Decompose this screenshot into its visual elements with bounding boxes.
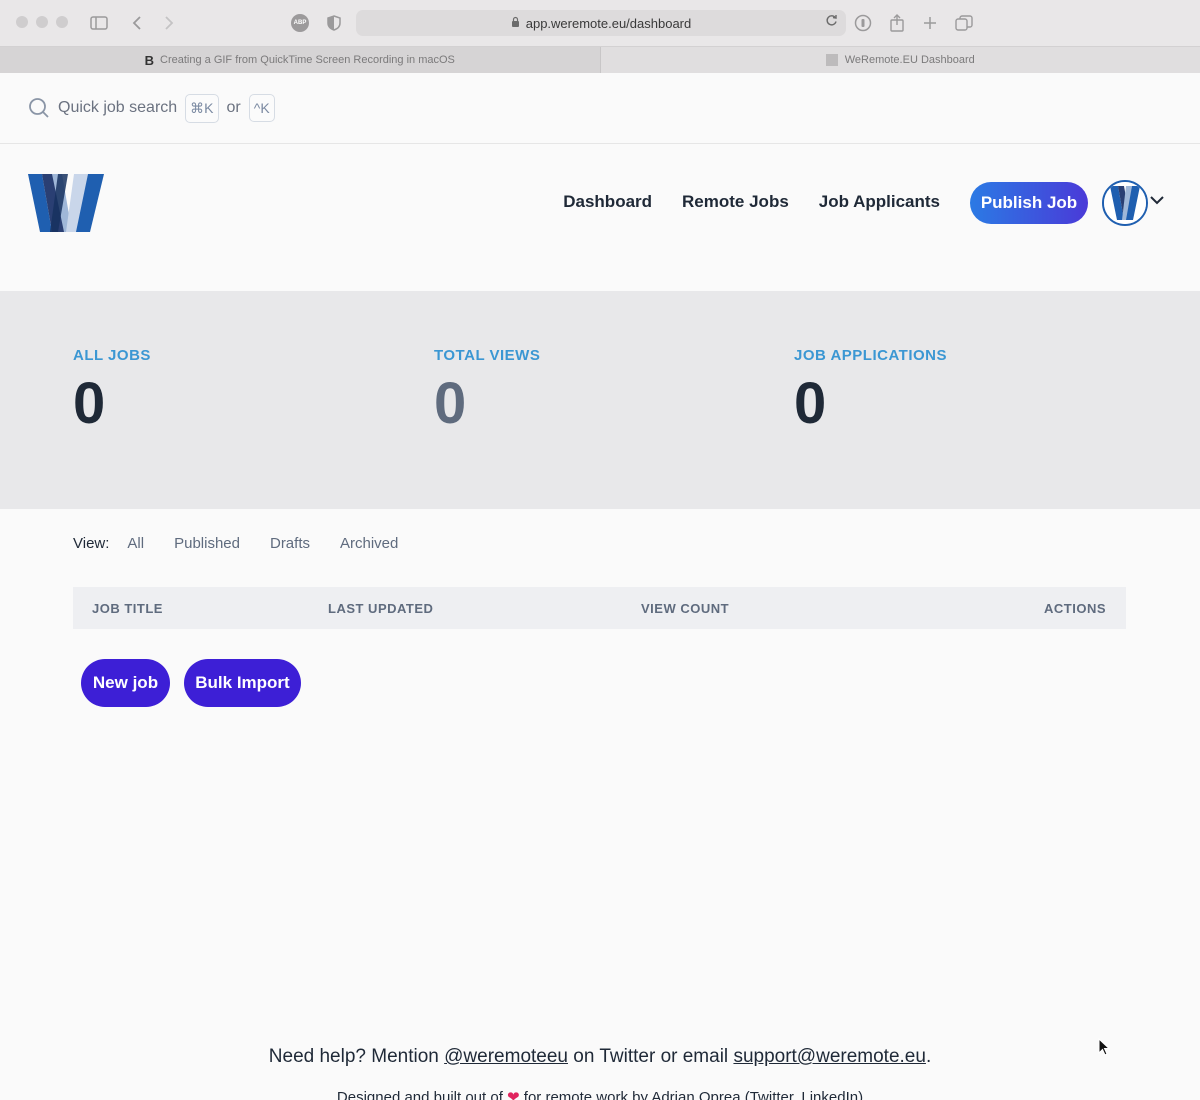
url-text: app.weremote.eu/dashboard [525,15,692,31]
nav-dashboard[interactable]: Dashboard [563,192,652,212]
stat-job-applications: JOB APPLICATIONS 0 [794,347,947,437]
shortcut-key-other: ^K [248,94,275,122]
search-icon [28,97,50,119]
credit-prefix: Designed and built out of [336,1089,503,1100]
stat-label: TOTAL VIEWS [434,347,541,364]
weremote-logo[interactable] [28,174,104,237]
nav-remote-jobs[interactable]: Remote Jobs [682,192,789,212]
share-icon[interactable] [885,11,909,35]
shortcut-or-text: or [226,99,241,116]
nav-job-applicants[interactable]: Job Applicants [819,192,940,212]
column-last-updated: LAST UPDATED [328,600,434,616]
window-controls [16,16,68,28]
password-manager-icon[interactable] [851,11,875,35]
user-avatar[interactable] [1102,180,1148,226]
browser-tab-strip: B Creating a GIF from QuickTime Screen R… [0,46,1200,73]
stat-label: JOB APPLICATIONS [794,347,948,364]
zoom-window-button[interactable] [56,16,68,28]
minimize-window-button[interactable] [36,16,48,28]
support-email-link[interactable]: support@weremote.eu [733,1046,926,1067]
address-bar[interactable]: app.weremote.eu/dashboard [356,10,846,36]
back-icon[interactable] [125,11,149,35]
mouse-cursor-icon [1098,1037,1111,1056]
tab-overview-icon[interactable] [952,11,976,35]
view-archived-tab[interactable]: Archived [340,535,398,552]
stat-value: 0 [73,371,106,436]
close-window-button[interactable] [16,16,28,28]
credit-footer: Designed and built out of ❤ for remote w… [0,1088,1200,1100]
browser-toolbar: ABP app.weremote.eu/dashboard [0,0,1200,46]
tab-title: WeRemote.EU Dashboard [844,54,975,66]
help-footer: Need help? Mention @weremoteeu on Twitte… [0,1046,1200,1068]
sidebar-toggle-icon[interactable] [87,11,111,35]
column-job-title: JOB TITLE [92,600,163,616]
stat-total-views: TOTAL VIEWS 0 [434,347,540,437]
privacy-shield-icon[interactable] [322,11,346,35]
main-nav: Dashboard Remote Jobs Job Applicants [563,192,940,212]
stat-label: ALL JOBS [73,347,151,364]
site-header: Dashboard Remote Jobs Job Applicants Pub… [0,144,1200,291]
jobs-table-header: JOB TITLE LAST UPDATED VIEW COUNT ACTION… [73,587,1126,629]
reload-icon[interactable] [825,14,838,30]
stat-value: 0 [794,371,827,436]
new-job-button[interactable]: New job [81,659,170,707]
column-view-count: VIEW COUNT [641,600,730,616]
heart-icon: ❤ [507,1089,520,1100]
view-all-tab[interactable]: All [127,535,144,552]
chevron-down-icon[interactable] [1150,192,1164,210]
view-drafts-tab[interactable]: Drafts [270,535,310,552]
new-tab-icon[interactable] [918,11,942,35]
forward-icon[interactable] [157,11,181,35]
help-suffix: . [925,1046,932,1067]
view-filter-label: View: [73,535,110,552]
stat-all-jobs: ALL JOBS 0 [73,347,151,437]
view-filter: View: All Published Drafts Archived [73,535,428,552]
browser-tab[interactable]: B Creating a GIF from QuickTime Screen R… [0,47,601,73]
tab-favicon: B [144,52,155,68]
bulk-import-button[interactable]: Bulk Import [184,659,301,707]
weremote-favicon-icon [825,54,838,66]
stats-panel: ALL JOBS 0 TOTAL VIEWS 0 JOB APPLICATION… [0,291,1200,509]
quick-job-search[interactable]: Quick job search ⌘K or ^K [0,73,1200,144]
credit-suffix: for remote work by Adrian Oprea (Twitter… [523,1089,864,1100]
help-prefix: Need help? Mention [268,1046,439,1067]
view-published-tab[interactable]: Published [174,535,240,552]
adblock-extension-icon[interactable]: ABP [288,11,312,35]
help-middle: on Twitter or email [573,1046,729,1067]
publish-job-button[interactable]: Publish Job [970,182,1088,224]
tab-title: Creating a GIF from QuickTime Screen Rec… [160,54,455,66]
stat-value: 0 [434,371,467,436]
shortcut-key-mac: ⌘K [185,93,219,123]
browser-tab-active[interactable]: WeRemote.EU Dashboard [601,47,1200,73]
column-actions: ACTIONS [1044,600,1106,616]
search-label: Quick job search [58,99,178,116]
lock-icon [511,16,520,30]
twitter-handle-link[interactable]: @weremoteeu [444,1046,568,1067]
